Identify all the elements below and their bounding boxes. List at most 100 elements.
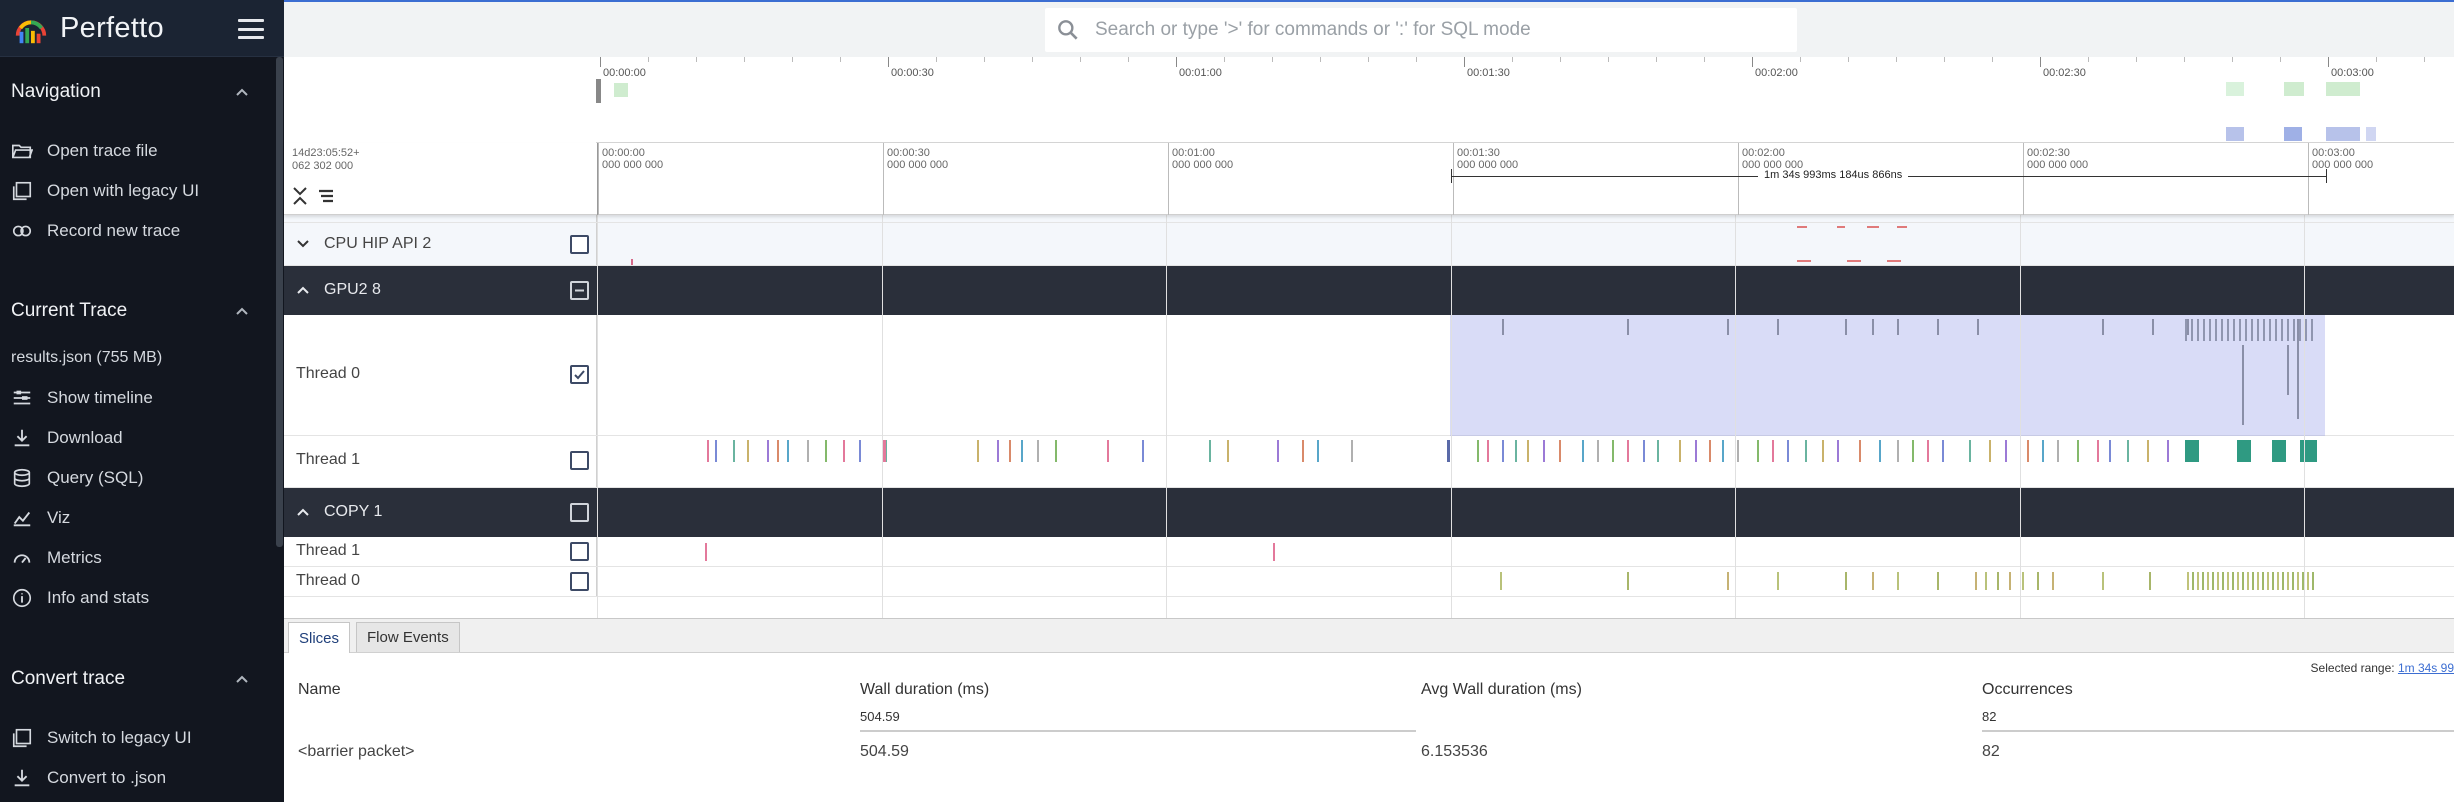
slice[interactable]	[2252, 572, 2254, 590]
tab-slices[interactable]: Slices	[288, 622, 351, 653]
slice[interactable]	[1887, 260, 1901, 262]
track-content[interactable]	[597, 436, 2454, 487]
menu-toggle-button[interactable]	[238, 19, 264, 39]
slice[interactable]	[1897, 572, 1899, 590]
slice[interactable]	[2192, 572, 2194, 590]
slice[interactable]	[1515, 440, 1517, 462]
slice[interactable]	[2212, 572, 2214, 590]
slice[interactable]	[2197, 572, 2199, 590]
slice[interactable]	[1021, 440, 1023, 462]
slice[interactable]	[1351, 440, 1353, 462]
selection-span-end[interactable]	[1451, 169, 1452, 183]
slice[interactable]	[2102, 572, 2104, 590]
slice[interactable]	[2237, 440, 2251, 462]
sidebar-item-convert-json[interactable]: Convert to .json	[11, 765, 166, 791]
slice[interactable]	[2272, 572, 2274, 590]
slice[interactable]	[1107, 440, 1109, 462]
slice[interactable]	[1055, 440, 1057, 462]
slice[interactable]	[1277, 440, 1279, 462]
overview-window-handle[interactable]	[596, 79, 601, 103]
slice[interactable]	[1879, 440, 1881, 462]
slice[interactable]	[705, 543, 707, 561]
slice[interactable]	[777, 440, 779, 462]
slice[interactable]	[2242, 345, 2244, 425]
slice[interactable]	[2232, 572, 2234, 590]
tab-flow-events[interactable]: Flow Events	[356, 622, 460, 652]
selected-range-value[interactable]: 1m 34s 99	[2398, 661, 2454, 675]
slice[interactable]	[1627, 572, 1629, 590]
slice[interactable]	[1142, 440, 1144, 462]
slice[interactable]	[2292, 572, 2294, 590]
slice[interactable]	[2227, 319, 2229, 341]
slice[interactable]	[1897, 226, 1907, 228]
slice[interactable]	[1009, 440, 1011, 462]
time-axis[interactable]: 00:00:00 000 000 000 00:00:30 000 000 000 00…	[597, 143, 2454, 215]
slice[interactable]	[1777, 319, 1779, 335]
track-copy-thread-0[interactable]: Thread 0	[284, 567, 2454, 597]
slice[interactable]	[1772, 440, 1774, 462]
slice[interactable]	[2027, 440, 2029, 462]
chevron-up-icon[interactable]	[232, 301, 252, 321]
omnibox[interactable]	[1045, 8, 1797, 52]
slice[interactable]	[2215, 319, 2217, 341]
slice[interactable]	[2257, 572, 2259, 590]
slice[interactable]	[2237, 572, 2239, 590]
track-content[interactable]	[597, 223, 2454, 265]
sidebar-item-open-trace-file[interactable]: Open trace file	[11, 138, 158, 164]
slice[interactable]	[2245, 319, 2247, 341]
slice[interactable]	[1302, 440, 1304, 462]
slice[interactable]	[997, 440, 999, 462]
slice[interactable]	[631, 259, 633, 265]
slice[interactable]	[2263, 319, 2265, 341]
slice[interactable]	[2281, 319, 2283, 341]
slice[interactable]	[1487, 440, 1489, 462]
slice[interactable]	[843, 440, 845, 462]
slice[interactable]	[1737, 440, 1739, 462]
slice[interactable]	[1977, 319, 1979, 335]
slice[interactable]	[1989, 440, 1991, 462]
slice[interactable]	[2287, 319, 2289, 341]
slice[interactable]	[1897, 440, 1899, 462]
track-cpu-hip-api-2[interactable]: CPU HIP API 2	[284, 223, 2454, 266]
sidebar-item-metrics[interactable]: Metrics	[11, 545, 102, 571]
slice[interactable]	[1317, 440, 1319, 462]
slice[interactable]	[1872, 319, 1874, 335]
section-title-navigation[interactable]: Navigation	[11, 81, 101, 103]
slice[interactable]	[1477, 440, 1479, 462]
slice[interactable]	[2102, 319, 2104, 335]
track-select-checkbox[interactable]	[570, 503, 589, 522]
slice[interactable]	[2097, 440, 2099, 462]
track-group-gpu2-8[interactable]: GPU2 8	[284, 266, 2454, 315]
slice[interactable]	[2147, 440, 2149, 462]
slice[interactable]	[2251, 319, 2253, 341]
sidebar-item-viz[interactable]: Viz	[11, 505, 70, 531]
track-copy-thread-1[interactable]: Thread 1	[284, 537, 2454, 567]
track-gpu-thread-0[interactable]: Thread 0	[284, 315, 2454, 436]
track-select-checkbox[interactable]	[570, 451, 589, 470]
slice[interactable]	[2187, 319, 2189, 335]
sort-lines-icon[interactable]	[316, 185, 336, 207]
slice[interactable]	[1209, 440, 1211, 462]
slice[interactable]	[2149, 572, 2151, 590]
slice[interactable]	[1627, 440, 1629, 462]
track-select-checkbox[interactable]	[570, 365, 589, 384]
slice[interactable]	[1997, 572, 1999, 590]
slice[interactable]	[1657, 440, 1659, 462]
overview-timeline[interactable]: 00:00:00 00:00:30 00:01:00 00:01:30 00:02:00…	[284, 57, 2454, 143]
slice[interactable]	[1897, 319, 1899, 335]
slice[interactable]	[1942, 440, 1944, 462]
slice[interactable]	[1597, 440, 1599, 462]
slice[interactable]	[2287, 345, 2289, 395]
slice[interactable]	[859, 440, 861, 462]
area-selection[interactable]	[1450, 315, 2325, 436]
slice[interactable]	[1969, 440, 1971, 462]
slice[interactable]	[2077, 440, 2079, 462]
track-content[interactable]	[597, 537, 2454, 566]
slice[interactable]	[1927, 440, 1929, 462]
slice[interactable]	[2203, 319, 2205, 341]
slice[interactable]	[1845, 572, 1847, 590]
slice[interactable]	[2042, 440, 2044, 462]
slice[interactable]	[2037, 572, 2039, 590]
slice[interactable]	[2297, 572, 2299, 590]
chevron-up-icon[interactable]	[294, 281, 312, 299]
